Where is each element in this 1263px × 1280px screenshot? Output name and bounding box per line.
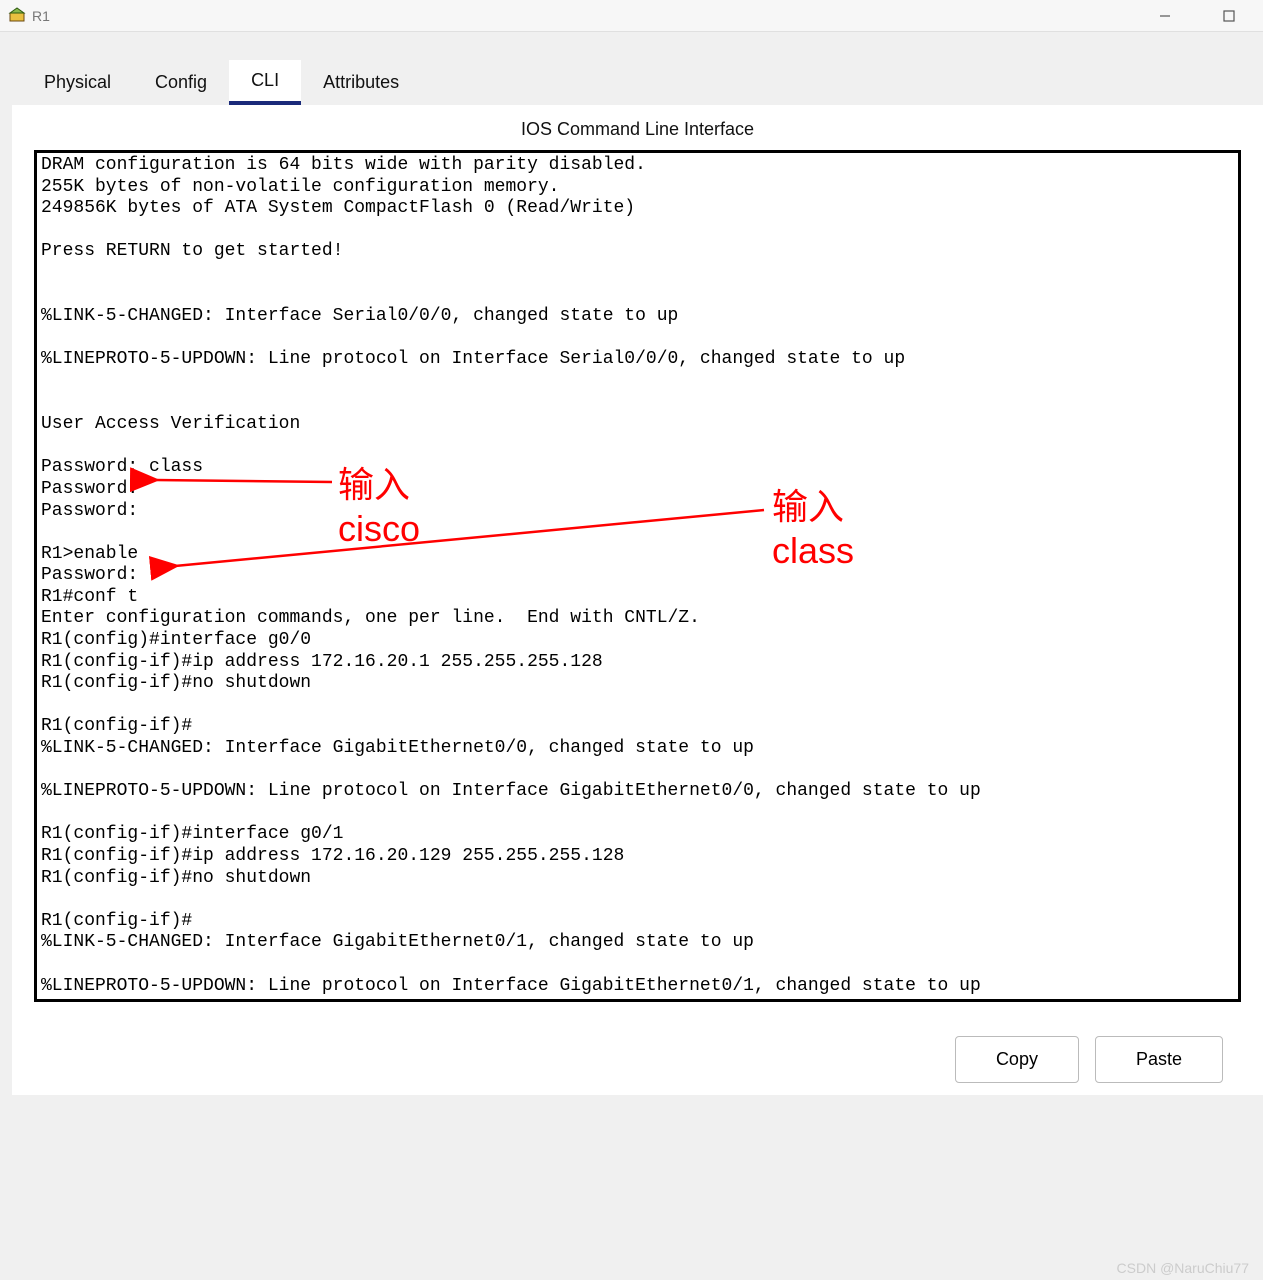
window-title: R1 <box>32 8 50 24</box>
tab-cli[interactable]: CLI <box>229 60 301 105</box>
minimize-button[interactable] <box>1147 2 1183 30</box>
app-icon <box>8 7 26 25</box>
cli-panel: IOS Command Line Interface DRAM configur… <box>12 105 1263 1095</box>
title-bar: R1 <box>0 0 1263 32</box>
copy-button[interactable]: Copy <box>955 1036 1079 1083</box>
paste-button[interactable]: Paste <box>1095 1036 1223 1083</box>
cli-terminal[interactable]: DRAM configuration is 64 bits wide with … <box>34 150 1241 1002</box>
panel-title: IOS Command Line Interface <box>12 119 1263 140</box>
tab-attributes[interactable]: Attributes <box>301 60 421 105</box>
button-row: Copy Paste <box>12 1016 1263 1095</box>
tab-physical[interactable]: Physical <box>22 60 133 105</box>
content: Physical Config CLI Attributes IOS Comma… <box>0 32 1263 1095</box>
maximize-button[interactable] <box>1211 2 1247 30</box>
window-controls <box>1147 2 1255 30</box>
tab-config[interactable]: Config <box>133 60 229 105</box>
tab-bar: Physical Config CLI Attributes <box>12 60 1263 105</box>
watermark: CSDN @NaruChiu77 <box>1117 1260 1249 1276</box>
